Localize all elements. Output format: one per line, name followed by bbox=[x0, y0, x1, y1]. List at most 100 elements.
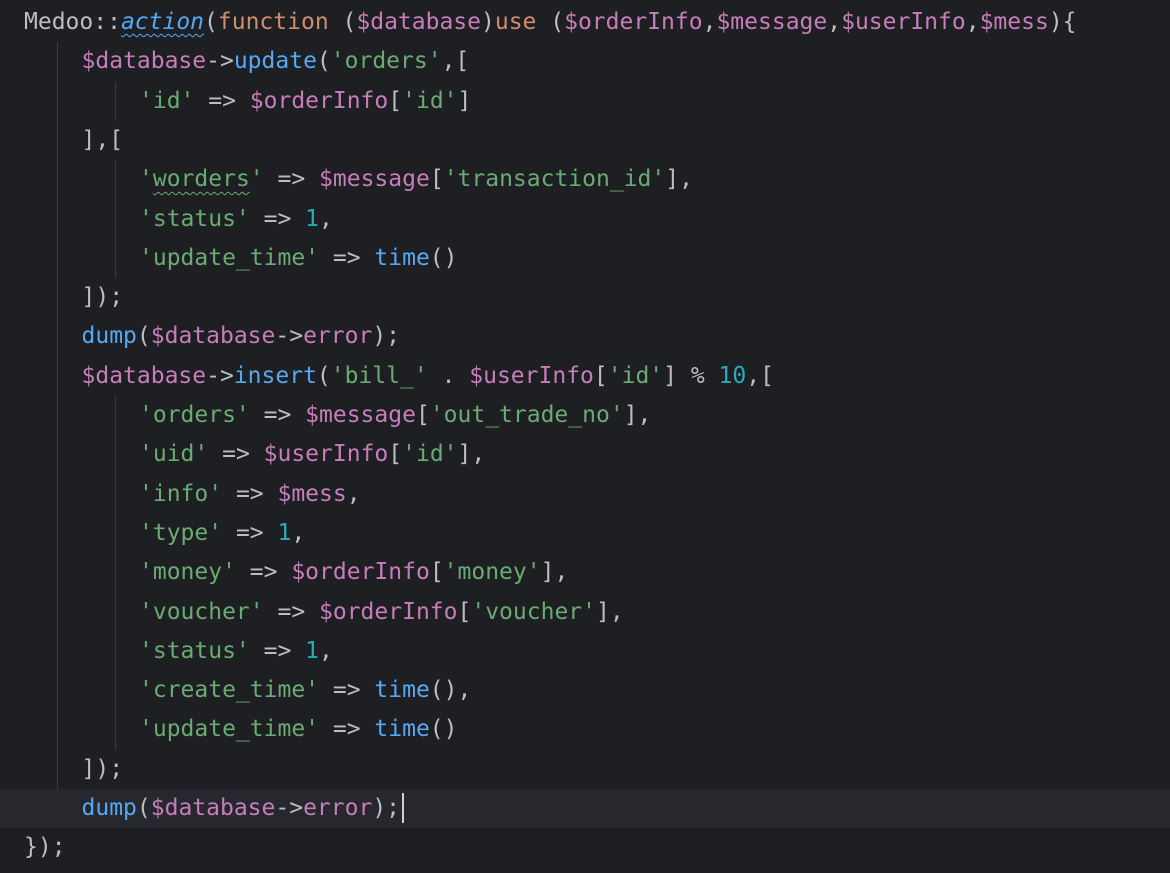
code-punctuation: ]); bbox=[81, 755, 124, 782]
code-punctuation: -> bbox=[206, 362, 234, 389]
code-function-name: time bbox=[374, 677, 430, 704]
code-variable: $database bbox=[150, 795, 276, 821]
code-line-content: 'orders' => $message['out_trade_no'], bbox=[139, 396, 651, 435]
code-punctuation: , bbox=[291, 519, 306, 546]
code-punctuation: ( bbox=[316, 48, 331, 75]
code-punctuation: => bbox=[235, 559, 292, 586]
code-string: 'create_time' bbox=[139, 677, 320, 704]
code-line-content: 'voucher' => $orderInfo['voucher'], bbox=[139, 593, 624, 632]
code-line[interactable]: 'status' => 1, bbox=[0, 632, 1170, 671]
code-variable: $orderInfo bbox=[291, 559, 430, 586]
code-string: 'id' bbox=[607, 362, 664, 389]
code-line[interactable]: 'status' => 1, bbox=[0, 200, 1170, 239]
code-string: 'status' bbox=[139, 637, 250, 664]
code-punctuation: -> bbox=[275, 795, 304, 821]
code-variable: $orderInfo bbox=[319, 598, 458, 625]
code-line[interactable]: $database->update('orders',[ bbox=[0, 42, 1170, 81]
code-punctuation: ] bbox=[457, 87, 472, 114]
code-punctuation: }); bbox=[24, 834, 66, 861]
code-line[interactable]: 'create_time' => time(), bbox=[0, 671, 1170, 710]
code-punctuation: ], bbox=[457, 441, 486, 468]
code-punctuation: [ bbox=[415, 402, 430, 428]
code-line-content: $database->insert('bill_' . $userInfo['i… bbox=[82, 357, 774, 396]
code-punctuation: , bbox=[346, 480, 361, 507]
code-line[interactable]: Medoo::action(function ($database)use ($… bbox=[0, 3, 1170, 42]
code-punctuation: ], bbox=[665, 166, 693, 193]
code-function-name: action bbox=[120, 9, 205, 35]
code-function-name: time bbox=[374, 244, 430, 271]
code-line-content: 'uid' => $userInfo['id'], bbox=[139, 435, 485, 474]
code-variable: $mess bbox=[979, 9, 1049, 35]
code-line[interactable]: 'info' => $mess, bbox=[0, 475, 1170, 514]
code-string: 'id' bbox=[402, 441, 458, 468]
code-punctuation: -> bbox=[275, 323, 304, 350]
code-line-content: $database->update('orders',[ bbox=[82, 42, 470, 81]
code-line[interactable]: 'update_time' => time() bbox=[0, 239, 1170, 278]
code-line-content: 'money' => $orderInfo['money'], bbox=[139, 553, 568, 592]
code-number: 1 bbox=[277, 519, 292, 546]
code-function-name: dump bbox=[81, 323, 137, 350]
code-punctuation: => bbox=[249, 402, 306, 428]
code-punctuation: ],[ bbox=[81, 126, 124, 153]
code-punctuation: => bbox=[194, 87, 250, 114]
code-line[interactable]: 'money' => $orderInfo['money'], bbox=[0, 553, 1170, 592]
text-caret bbox=[402, 793, 404, 823]
code-punctuation: => bbox=[263, 166, 320, 193]
code-line[interactable]: 'uid' => $userInfo['id'], bbox=[0, 435, 1170, 474]
code-line[interactable]: ],[ bbox=[0, 121, 1170, 160]
code-line-content: 'create_time' => time(), bbox=[139, 671, 471, 710]
code-punctuation: Medoo:: bbox=[24, 9, 121, 35]
code-punctuation: , bbox=[319, 637, 333, 664]
code-line[interactable]: ]); bbox=[0, 278, 1170, 317]
code-line[interactable]: 'id' => $orderInfo['id'] bbox=[0, 82, 1170, 121]
code-string: 'transaction_id' bbox=[443, 166, 666, 193]
code-line[interactable]: dump($database->error); bbox=[0, 317, 1170, 356]
code-punctuation: [ bbox=[457, 598, 472, 625]
code-variable: $database bbox=[356, 9, 481, 35]
code-punctuation: [ bbox=[429, 559, 444, 586]
code-line-content: 'id' => $orderInfo['id'] bbox=[139, 82, 471, 121]
code-line[interactable]: 'worders' => $message['transaction_id'], bbox=[0, 160, 1170, 199]
code-line[interactable]: 'voucher' => $orderInfo['voucher'], bbox=[0, 593, 1170, 632]
code-line[interactable]: $database->insert('bill_' . $userInfo['i… bbox=[0, 357, 1170, 396]
code-string: ' bbox=[139, 166, 153, 193]
code-punctuation: ], bbox=[595, 598, 624, 625]
code-punctuation: => bbox=[263, 598, 320, 625]
code-number: 10 bbox=[718, 362, 747, 389]
code-punctuation: => bbox=[319, 677, 375, 704]
code-punctuation: => bbox=[249, 637, 306, 664]
code-punctuation: ]); bbox=[81, 284, 124, 311]
code-punctuation: [ bbox=[388, 87, 403, 114]
code-punctuation: . bbox=[427, 362, 470, 389]
code-variable: $userInfo bbox=[263, 441, 389, 468]
code-number: 1 bbox=[305, 205, 320, 232]
code-punctuation: , bbox=[965, 9, 980, 35]
code-line-content: 'update_time' => time() bbox=[139, 710, 458, 749]
code-line-content: ],[ bbox=[82, 121, 124, 160]
code-line[interactable]: 'type' => 1, bbox=[0, 514, 1170, 553]
code-line[interactable]: }); bbox=[0, 828, 1170, 867]
code-string: 'type' bbox=[139, 519, 223, 546]
code-punctuation: -> bbox=[206, 48, 234, 75]
code-punctuation: [ bbox=[593, 362, 608, 389]
code-function-name: dump bbox=[81, 795, 137, 821]
code-string: 'status' bbox=[139, 205, 250, 232]
code-keyword: function bbox=[217, 9, 329, 35]
code-line-content: 'info' => $mess, bbox=[139, 475, 361, 514]
code-punctuation: ( bbox=[536, 9, 565, 35]
code-line-current[interactable]: dump($database->error); bbox=[0, 789, 1170, 828]
code-line[interactable]: 'update_time' => time() bbox=[0, 710, 1170, 749]
code-line-content: }); bbox=[24, 828, 66, 867]
code-string: 'uid' bbox=[139, 441, 209, 468]
code-line-content: 'type' => 1, bbox=[139, 514, 305, 553]
code-punctuation: ,[ bbox=[441, 48, 470, 75]
code-variable: $orderInfo bbox=[249, 87, 389, 114]
code-editor[interactable]: Medoo::action(function ($database)use ($… bbox=[0, 0, 1170, 873]
code-punctuation: () bbox=[429, 716, 458, 743]
code-line[interactable]: ]); bbox=[0, 750, 1170, 789]
code-line-content: dump($database->error); bbox=[82, 317, 401, 356]
code-variable: $database bbox=[150, 323, 276, 350]
code-string: worders bbox=[152, 166, 250, 193]
code-line[interactable]: 'orders' => $message['out_trade_no'], bbox=[0, 396, 1170, 435]
code-function-name: update bbox=[233, 48, 317, 75]
